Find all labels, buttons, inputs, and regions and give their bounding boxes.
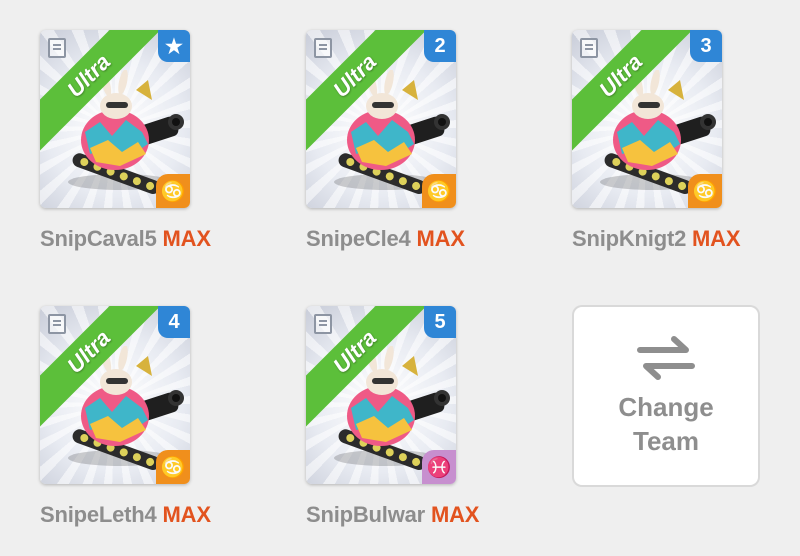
unit-slot[interactable]: Ultra 4 ♋ SnipeLeth4 MAX <box>40 306 260 556</box>
unit-name-label: SnipeLeth4 MAX <box>40 502 211 528</box>
unit-name: SnipeLeth4 <box>40 502 157 527</box>
deck-icon <box>314 314 332 334</box>
unit-level: MAX <box>162 226 211 251</box>
unit-card[interactable]: Ultra 3 ♋ <box>572 30 722 208</box>
cancer-icon: ♋ <box>156 174 190 208</box>
unit-slot[interactable]: Ultra ★ ♋ SnipCaval5 MAX <box>40 30 260 280</box>
cancer-icon: ♋ <box>688 174 722 208</box>
unit-name: SnipCaval5 <box>40 226 157 251</box>
unit-name: SnipeCle4 <box>306 226 411 251</box>
change-team-label: Change Team <box>618 392 714 456</box>
unit-slot[interactable]: Ultra 5 ♓ SnipBulwar MAX <box>306 306 526 556</box>
unit-name: SnipBulwar <box>306 502 426 527</box>
rank-badge: 3 <box>690 30 722 62</box>
cancer-icon: ♋ <box>422 174 456 208</box>
unit-name-label: SnipKnigt2 MAX <box>572 226 741 252</box>
star-icon: ★ <box>158 30 190 62</box>
unit-slot[interactable]: Ultra 2 ♋ SnipeCle4 MAX <box>306 30 526 280</box>
unit-name: SnipKnigt2 <box>572 226 687 251</box>
deck-icon <box>314 38 332 58</box>
unit-card[interactable]: Ultra 2 ♋ <box>306 30 456 208</box>
unit-name-label: SnipeCle4 MAX <box>306 226 465 252</box>
unit-slot[interactable]: Ultra 3 ♋ SnipKnigt2 MAX <box>572 30 792 280</box>
swap-arrows-icon <box>637 336 695 380</box>
unit-card[interactable]: Ultra ★ ♋ <box>40 30 190 208</box>
unit-level: MAX <box>416 226 465 251</box>
unit-card[interactable]: Ultra 5 ♓ <box>306 306 456 484</box>
pisces-icon: ♓ <box>422 450 456 484</box>
change-team-button[interactable]: Change Team <box>574 307 758 485</box>
deck-icon <box>48 314 66 334</box>
unit-name-label: SnipCaval5 MAX <box>40 226 211 252</box>
rank-badge: 4 <box>158 306 190 338</box>
rank-badge: 5 <box>424 306 456 338</box>
unit-card[interactable]: Ultra 4 ♋ <box>40 306 190 484</box>
unit-level: MAX <box>692 226 741 251</box>
cancer-icon: ♋ <box>156 450 190 484</box>
deck-icon <box>48 38 66 58</box>
unit-level: MAX <box>430 502 480 527</box>
deck-icon <box>580 38 598 58</box>
unit-name-label: SnipBulwar MAX <box>306 502 479 528</box>
unit-level: MAX <box>162 502 211 527</box>
rank-badge: 2 <box>424 30 456 62</box>
